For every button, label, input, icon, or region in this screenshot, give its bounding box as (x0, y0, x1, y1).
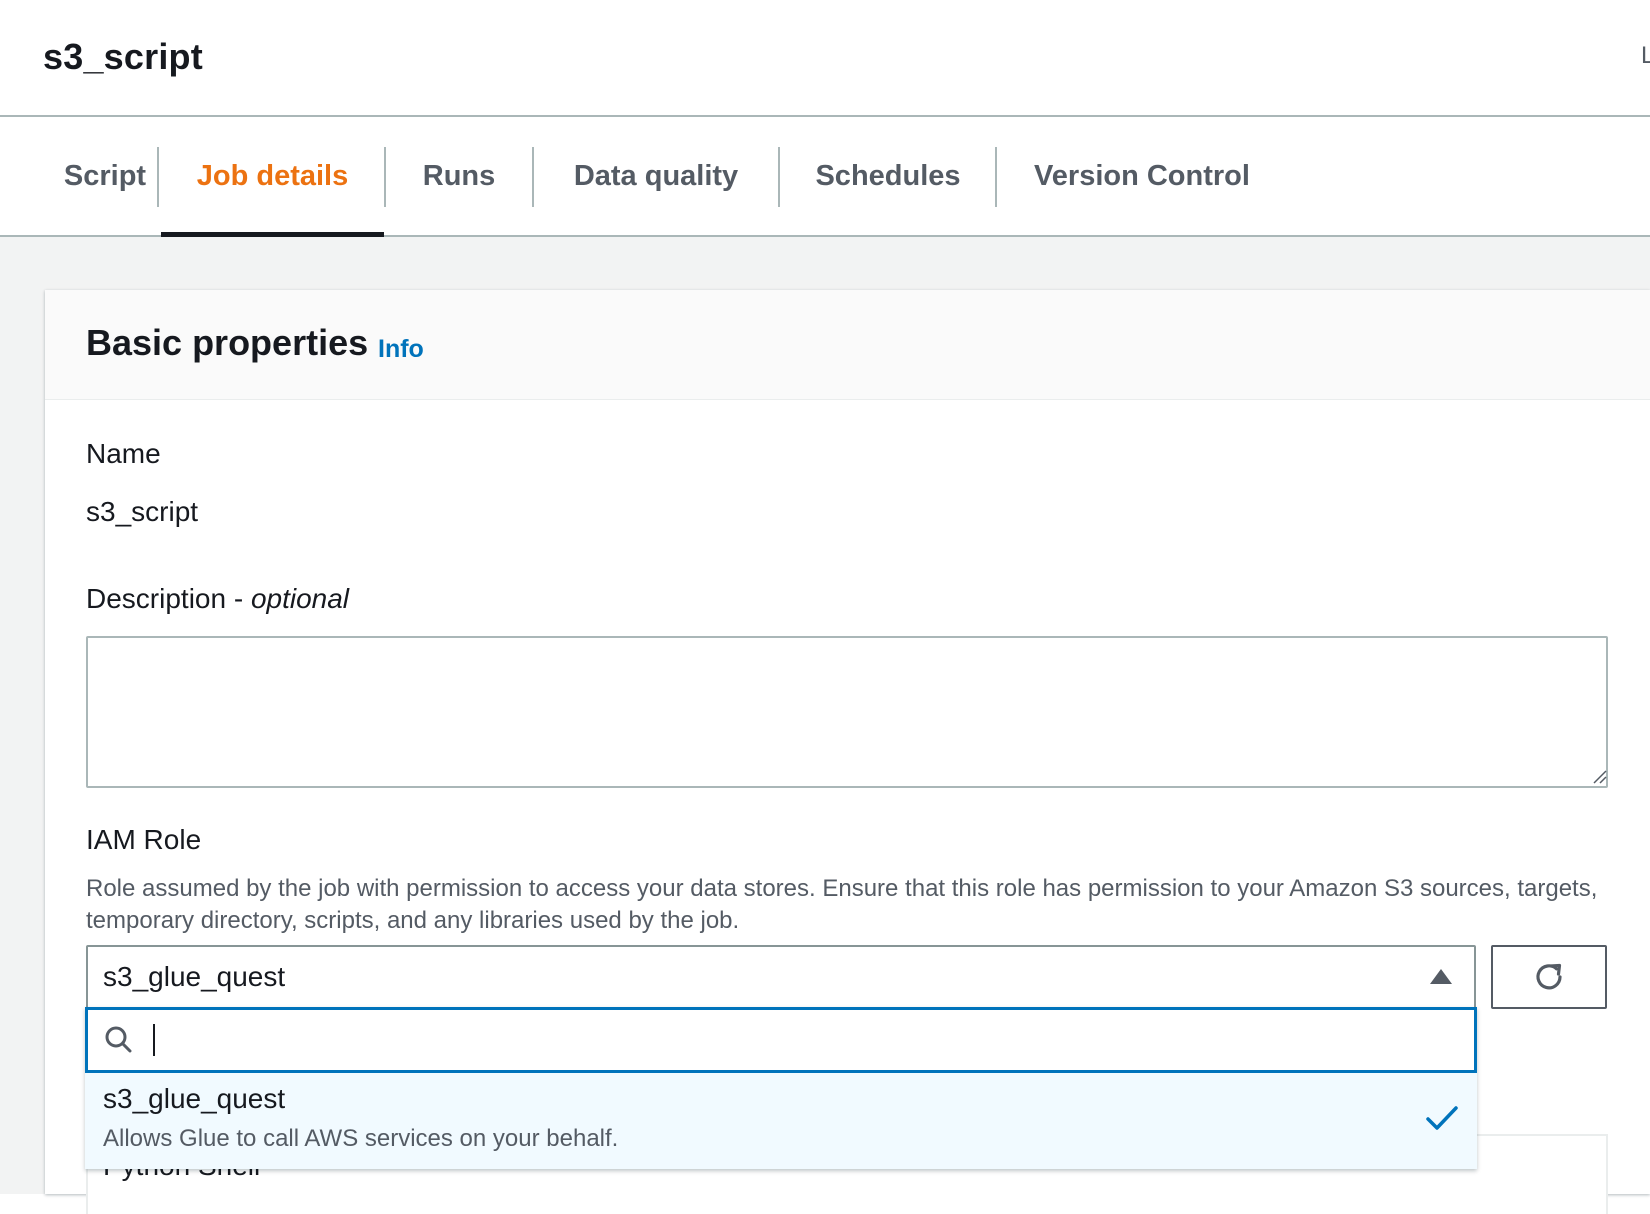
dropdown-option-s3-glue-quest[interactable]: s3_glue_quest Allows Glue to call AWS se… (85, 1073, 1477, 1169)
refresh-button[interactable] (1491, 945, 1607, 1009)
header-edge-text: L (1641, 42, 1650, 69)
panel-title: Basic properties (86, 322, 369, 363)
panel-header: Basic properties Info (45, 290, 1650, 400)
description-optional-text: optional (250, 583, 350, 614)
option-label: s3_glue_quest (103, 1083, 286, 1114)
page-title: s3_script (43, 36, 203, 77)
name-value: s3_script (86, 496, 199, 527)
resize-grip-icon[interactable] (1591, 768, 1607, 784)
tab-version-control[interactable]: Version Control (997, 117, 1287, 235)
iam-role-label: IAM Role (86, 824, 202, 855)
refresh-icon (1536, 963, 1562, 990)
tab-data-quality[interactable]: Data quality (534, 117, 778, 235)
description-label: Description - optional (86, 583, 349, 615)
name-label: Name (86, 438, 161, 469)
text-cursor (153, 1024, 155, 1056)
tab-bar: Script Job details Runs Data quality Sch… (0, 117, 1650, 237)
iam-role-description: Role assumed by the job with permission … (86, 875, 1598, 934)
tab-runs[interactable]: Runs (386, 117, 532, 235)
page-header: s3_script L (0, 0, 1650, 117)
option-description: Allows Glue to call AWS services on your… (103, 1125, 619, 1152)
iam-role-dropdown: s3_glue_quest Allows Glue to call AWS se… (85, 1007, 1477, 1169)
tab-separator (157, 147, 159, 207)
caret-up-icon (1430, 969, 1452, 984)
description-textarea[interactable] (86, 636, 1608, 788)
basic-properties-panel: Basic properties Info Name s3_script Des… (45, 290, 1650, 1214)
search-icon (105, 1026, 132, 1053)
tab-schedules[interactable]: Schedules (780, 117, 996, 235)
checkmark-icon (1426, 1106, 1458, 1130)
description-label-text: Description - (86, 583, 251, 614)
info-link[interactable]: Info (378, 335, 424, 364)
tab-job-details[interactable]: Job details (161, 117, 384, 237)
dropdown-search (85, 1007, 1477, 1073)
iam-role-selected-value: s3_glue_quest (103, 961, 286, 992)
iam-role-select[interactable]: s3_glue_quest (86, 945, 1476, 1009)
dropdown-search-input[interactable] (148, 1018, 1448, 1062)
